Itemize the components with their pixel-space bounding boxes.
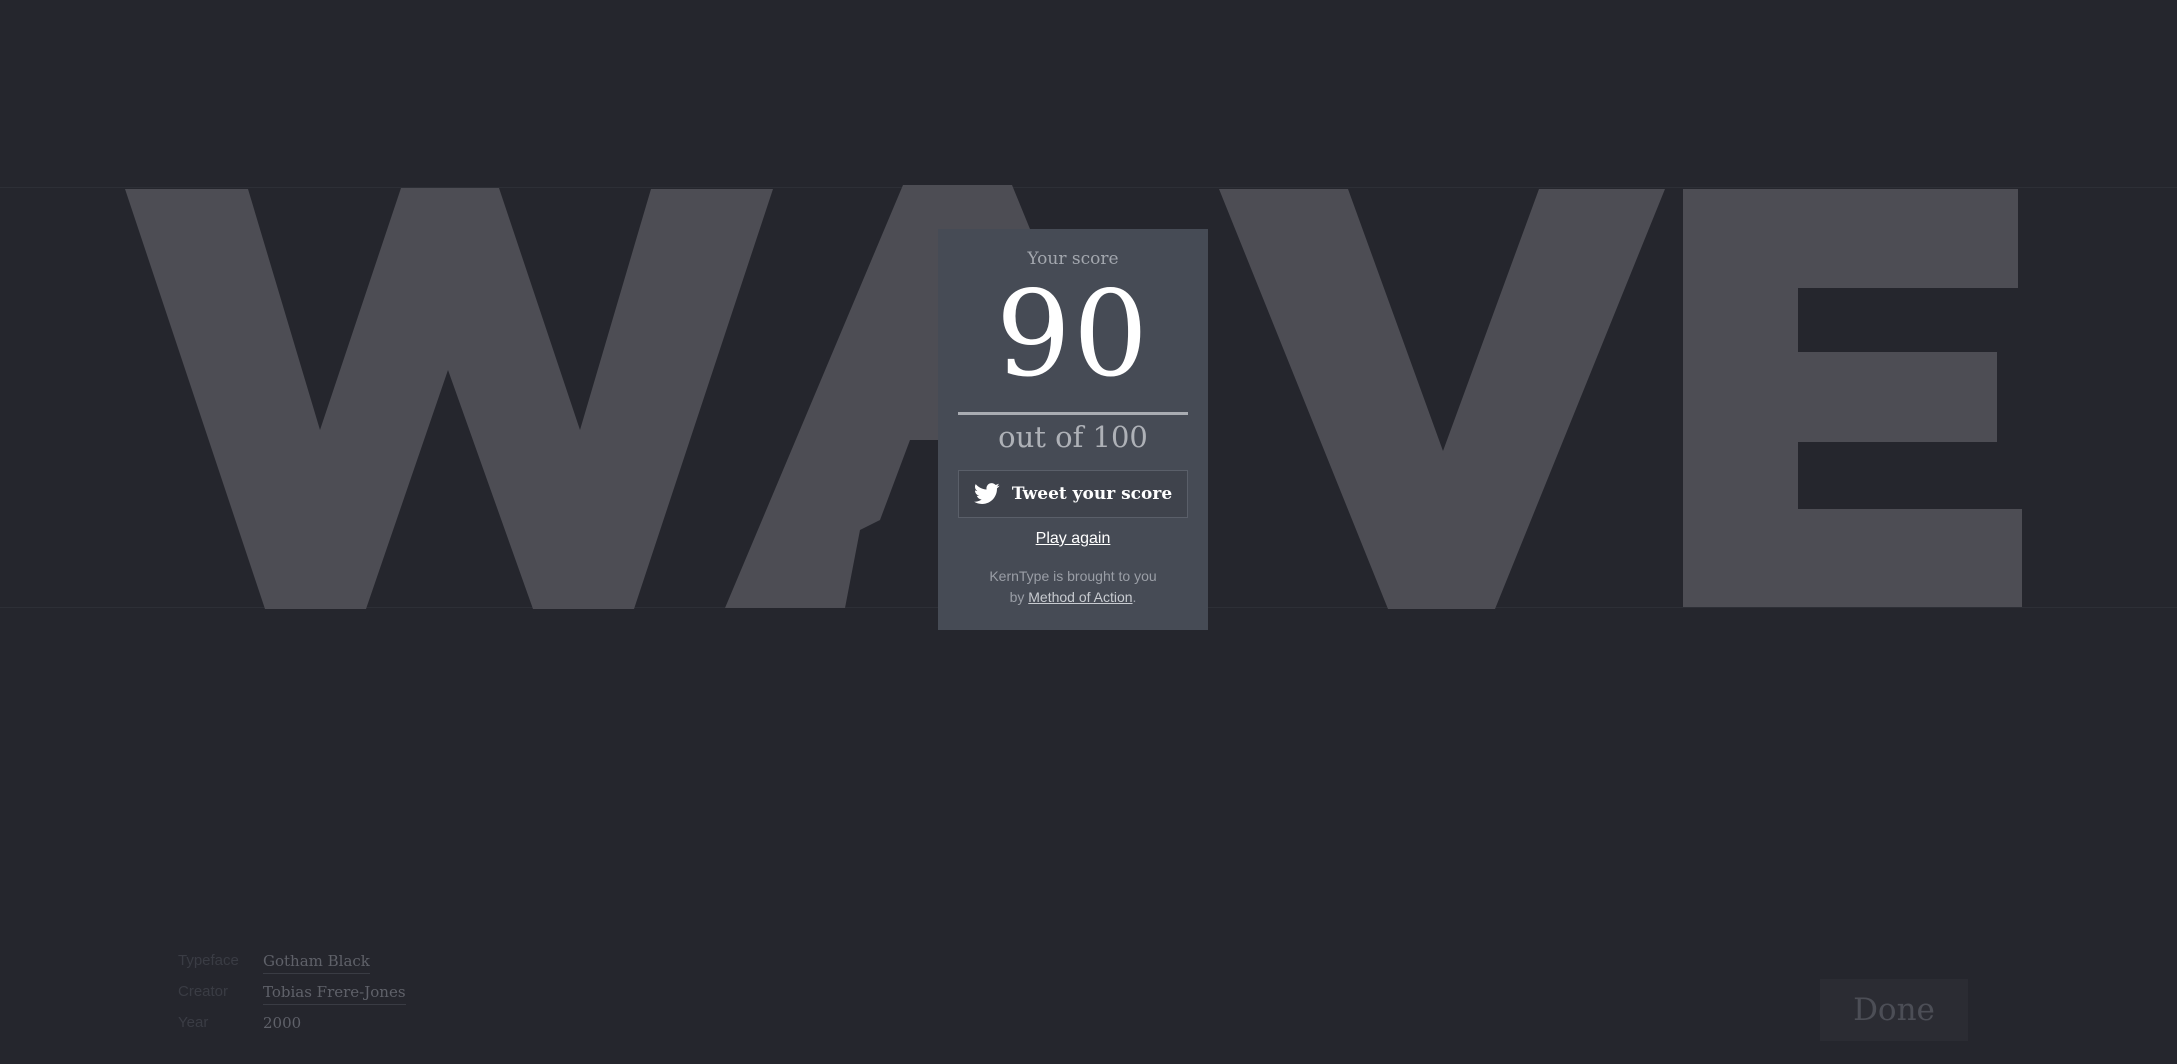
score-value: 90: [995, 265, 1151, 403]
year-label: Year: [178, 1014, 209, 1031]
score-divider: [958, 412, 1188, 415]
creator-value-link[interactable]: Tobias Frere-Jones: [263, 983, 406, 1005]
letter-v[interactable]: [1219, 189, 1665, 609]
credit-line-1: KernType is brought to you: [989, 568, 1157, 584]
done-button[interactable]: Done: [1820, 979, 1968, 1041]
credit-text: KernType is brought to you by Method of …: [938, 566, 1208, 608]
meta-row-typeface: Typeface Gotham Black: [178, 952, 406, 983]
typeface-metadata: Typeface Gotham Black Creator Tobias Fre…: [178, 952, 406, 1045]
tweet-button-label: Tweet your score: [1011, 484, 1173, 504]
letter-e[interactable]: [1683, 189, 2022, 607]
letter-w[interactable]: [125, 188, 773, 609]
typeface-value-link[interactable]: Gotham Black: [263, 952, 370, 974]
credit-period: .: [1132, 589, 1137, 605]
meta-row-creator: Creator Tobias Frere-Jones: [178, 983, 406, 1014]
score-modal: Your score 90 out of 100 Tweet your scor…: [938, 229, 1208, 630]
creator-label: Creator: [178, 983, 229, 1000]
meta-row-year: Year 2000: [178, 1014, 406, 1045]
credit-by: by: [1009, 589, 1029, 605]
score-out-of: out of 100: [998, 420, 1148, 454]
typeface-label: Typeface: [178, 952, 239, 969]
year-value: 2000: [263, 1014, 302, 1032]
play-again-link[interactable]: Play again: [938, 530, 1208, 548]
credit-line-2: by Method of Action.: [938, 587, 1208, 608]
tweet-score-button[interactable]: Tweet your score: [958, 470, 1188, 518]
method-of-action-link[interactable]: Method of Action: [1028, 589, 1132, 605]
twitter-bird-icon: [973, 483, 1000, 504]
